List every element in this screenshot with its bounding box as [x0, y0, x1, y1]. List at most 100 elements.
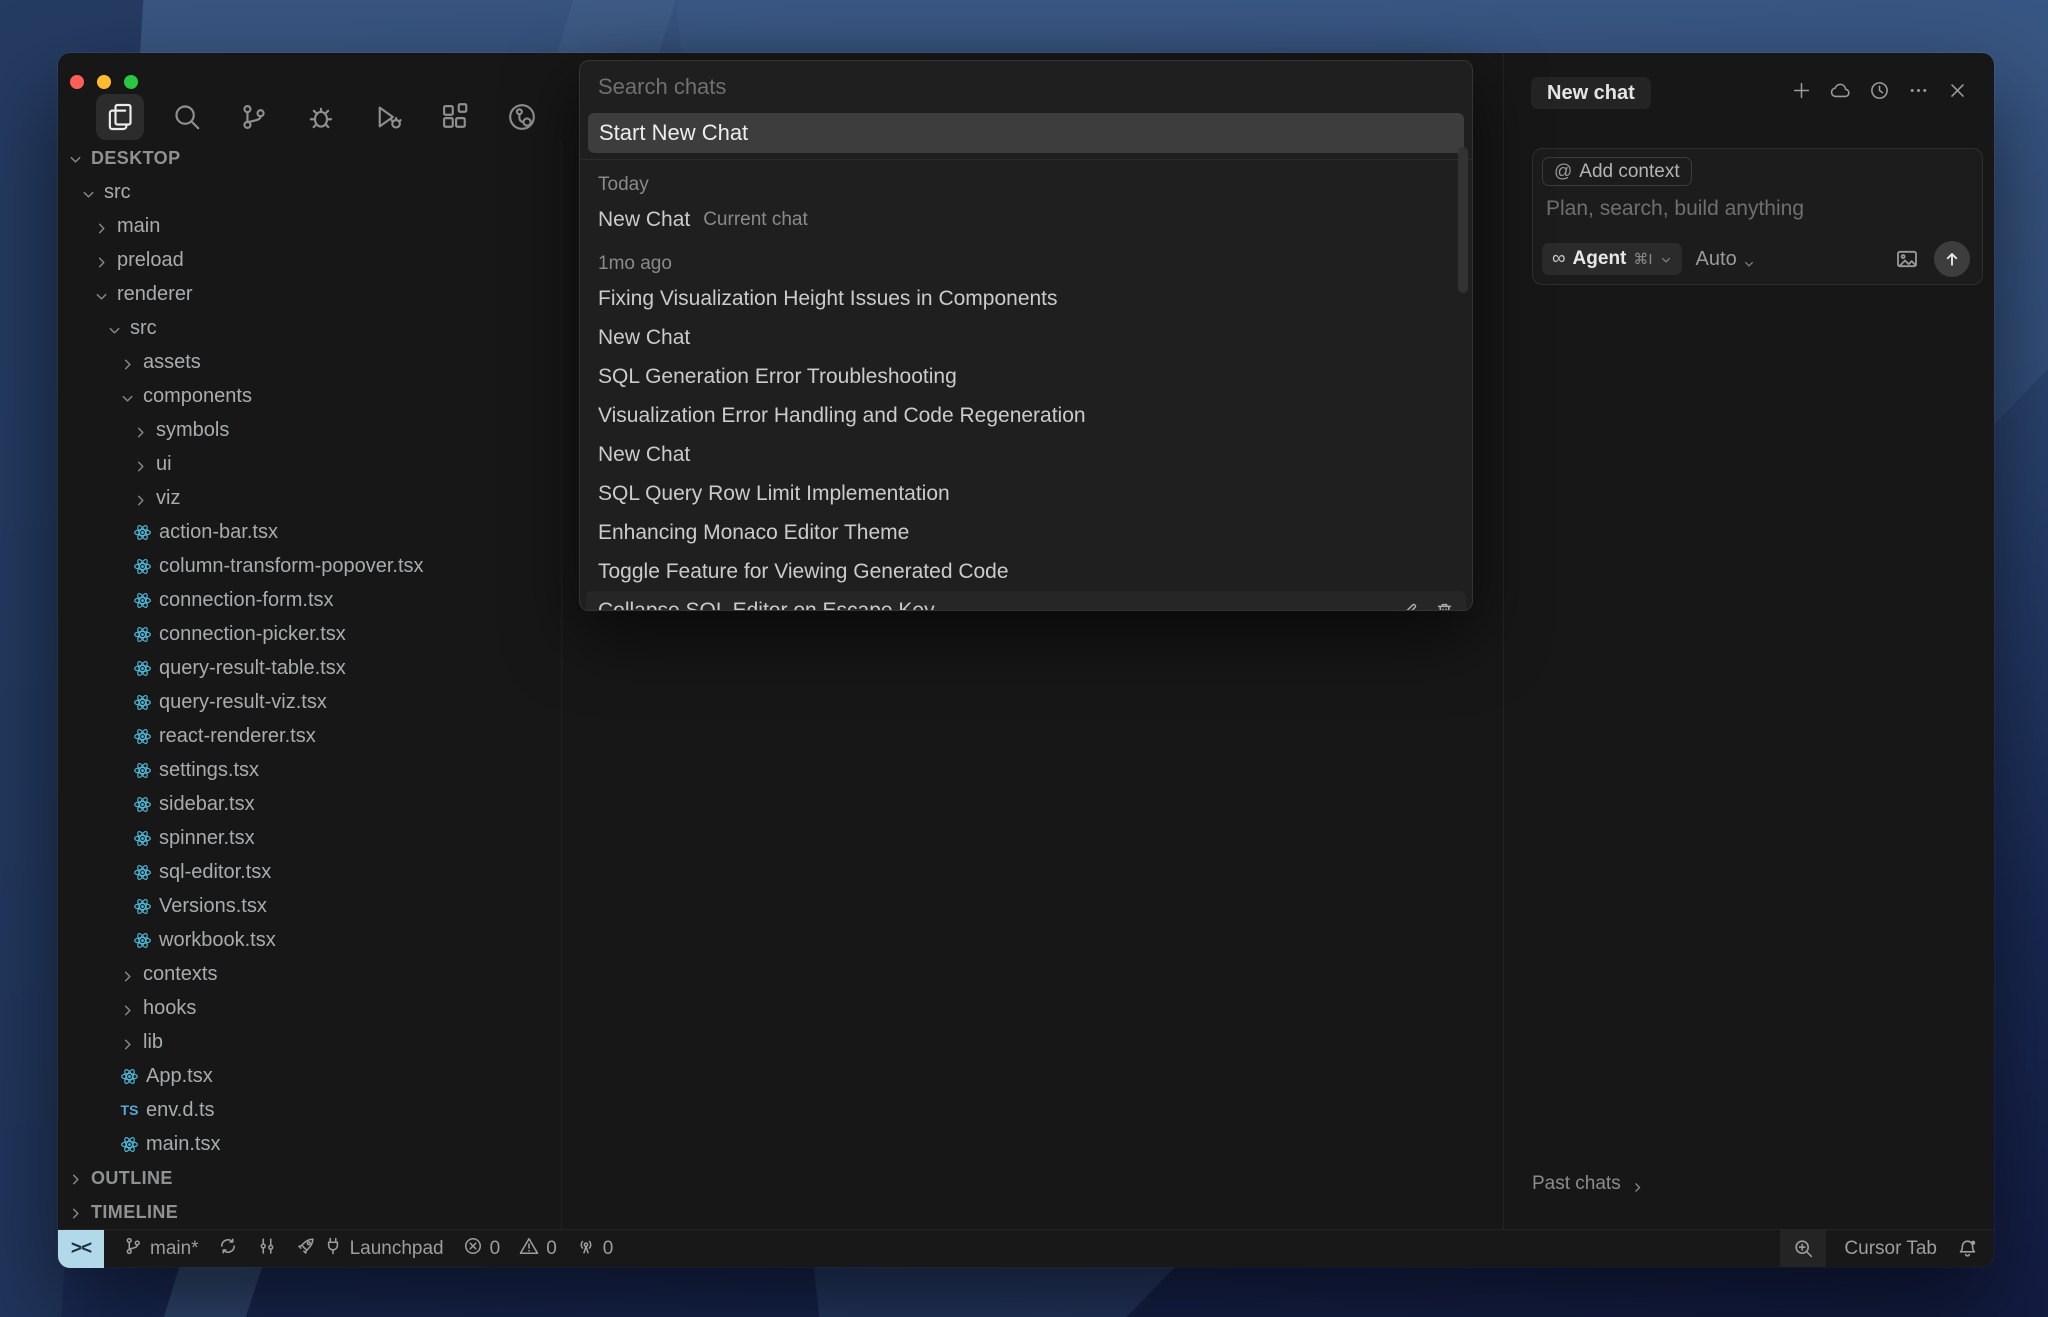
- status-launchpad[interactable]: Launchpad: [296, 1236, 444, 1262]
- section-desktop[interactable]: DESKTOP: [58, 141, 561, 175]
- minimize-window-button[interactable]: [97, 75, 111, 89]
- branch-icon: [123, 1236, 143, 1262]
- tree-item-assets[interactable]: assets: [58, 345, 561, 379]
- agent-shortcut: ⌘I: [1633, 250, 1652, 268]
- tree-item-hooks[interactable]: hooks: [58, 991, 561, 1025]
- add-context-button[interactable]: @ Add context: [1542, 157, 1692, 186]
- activity-explorer-button[interactable]: [96, 94, 144, 140]
- tree-item-label: sidebar.tsx: [159, 793, 255, 816]
- chat-item[interactable]: Visualization Error Handling and Code Re…: [586, 396, 1466, 435]
- tree-item-symbols[interactable]: symbols: [58, 413, 561, 447]
- activity-debug-button[interactable]: [297, 94, 345, 140]
- history-icon[interactable]: [1868, 79, 1890, 101]
- status-graph[interactable]: [257, 1236, 277, 1262]
- chat-item[interactable]: New Chat: [586, 435, 1466, 474]
- tree-item-viz[interactable]: viz: [58, 481, 561, 515]
- chat-item-title: New Chat: [598, 326, 690, 350]
- rename-chat-button[interactable]: [1400, 601, 1419, 611]
- tree-item-column-transform-popover-tsx[interactable]: column-transform-popover.tsx: [58, 549, 561, 583]
- tree-item-contexts[interactable]: contexts: [58, 957, 561, 991]
- chat-item[interactable]: Fixing Visualization Height Issues in Co…: [586, 279, 1466, 318]
- notifications-bell-button[interactable]: [1957, 1238, 1978, 1259]
- tree-item-lib[interactable]: lib: [58, 1025, 561, 1059]
- activity-extensions-button[interactable]: [431, 94, 479, 140]
- tree-item-query-result-viz-tsx[interactable]: query-result-viz.tsx: [58, 685, 561, 719]
- agent-mode-selector[interactable]: ∞ Agent ⌘I: [1542, 243, 1682, 275]
- chevron-right-icon: [133, 491, 148, 506]
- activity-scm-graph-button[interactable]: [498, 94, 546, 140]
- chat-item-title: SQL Query Row Limit Implementation: [598, 482, 950, 506]
- status-git-branch[interactable]: main*: [123, 1236, 199, 1262]
- chat-item[interactable]: New ChatCurrent chat: [586, 200, 1466, 239]
- tree-item-sql-editor-tsx[interactable]: sql-editor.tsx: [58, 855, 561, 889]
- chat-item[interactable]: Collapse SQL Editor on Escape Key: [586, 591, 1466, 611]
- tree-item-react-renderer-tsx[interactable]: react-renderer.tsx: [58, 719, 561, 753]
- tree-item-src[interactable]: src: [58, 175, 561, 209]
- chat-item[interactable]: New Chat: [586, 318, 1466, 357]
- delete-chat-button[interactable]: [1435, 601, 1454, 611]
- section-outline[interactable]: OUTLINE: [58, 1161, 561, 1195]
- tree-item-versions-tsx[interactable]: Versions.tsx: [58, 889, 561, 923]
- overlay-scrollbar[interactable]: [1458, 147, 1468, 293]
- tree-item-workbook-tsx[interactable]: workbook.tsx: [58, 923, 561, 957]
- send-button[interactable]: [1934, 241, 1970, 277]
- tree-item-connection-picker-tsx[interactable]: connection-picker.tsx: [58, 617, 561, 651]
- chevron-right-icon: [1631, 1178, 1644, 1191]
- chevron-right-icon: [133, 457, 148, 472]
- composer-placeholder[interactable]: Plan, search, build anything: [1546, 197, 1804, 221]
- tree-item-label: OUTLINE: [91, 1168, 173, 1189]
- model-selector[interactable]: Auto: [1696, 248, 1755, 271]
- remote-indicator[interactable]: ><: [58, 1230, 104, 1268]
- react-file-icon: [133, 591, 152, 610]
- activity-source-control-button[interactable]: [230, 94, 278, 140]
- plus-icon[interactable]: [1790, 79, 1812, 101]
- react-file-icon: [120, 1135, 139, 1154]
- chat-item[interactable]: Enhancing Monaco Editor Theme: [586, 513, 1466, 552]
- chevron-down-icon: [81, 185, 96, 200]
- past-chats-link[interactable]: Past chats: [1532, 1173, 1644, 1195]
- zoom-in-button[interactable]: [1780, 1230, 1826, 1267]
- activity-run-and-debug-button[interactable]: [364, 94, 412, 140]
- tree-item-src[interactable]: src: [58, 311, 561, 345]
- attach-image-button[interactable]: [1895, 247, 1919, 271]
- tree-item-label: spinner.tsx: [159, 827, 255, 850]
- tree-item-main-tsx[interactable]: main.tsx: [58, 1127, 561, 1161]
- tree-item-spinner-tsx[interactable]: spinner.tsx: [58, 821, 561, 855]
- chat-item[interactable]: Toggle Feature for Viewing Generated Cod…: [586, 552, 1466, 591]
- tree-item-sidebar-tsx[interactable]: sidebar.tsx: [58, 787, 561, 821]
- chat-item[interactable]: SQL Generation Error Troubleshooting: [586, 357, 1466, 396]
- tree-item-env-d-ts[interactable]: TSenv.d.ts: [58, 1093, 561, 1127]
- close-icon[interactable]: [1946, 79, 1968, 101]
- tree-item-main[interactable]: main: [58, 209, 561, 243]
- tree-item-label: query-result-table.tsx: [159, 657, 346, 680]
- chat-item-title: New Chat: [598, 208, 690, 232]
- tree-item-action-bar-tsx[interactable]: action-bar.tsx: [58, 515, 561, 549]
- tree-item-renderer[interactable]: renderer: [58, 277, 561, 311]
- tree-item-components[interactable]: components: [58, 379, 561, 413]
- tree-item-settings-tsx[interactable]: settings.tsx: [58, 753, 561, 787]
- start-new-chat-button[interactable]: Start New Chat: [588, 113, 1464, 153]
- plug-icon: [323, 1236, 343, 1262]
- activity-search-button[interactable]: [163, 94, 211, 140]
- cloud-icon[interactable]: [1829, 79, 1851, 101]
- chat-item[interactable]: SQL Query Row Limit Implementation: [586, 474, 1466, 513]
- status-errors[interactable]: 0: [463, 1236, 501, 1262]
- react-file-icon: [133, 659, 152, 678]
- zoom-window-button[interactable]: [124, 75, 138, 89]
- status-ports[interactable]: 0: [576, 1236, 614, 1262]
- search-chats-input[interactable]: Search chats: [580, 61, 1472, 113]
- status-sync[interactable]: [218, 1236, 238, 1262]
- tree-item-ui[interactable]: ui: [58, 447, 561, 481]
- ellipsis-icon[interactable]: [1907, 79, 1929, 101]
- tree-item-label: main.tsx: [146, 1133, 220, 1156]
- new-chat-tab[interactable]: New chat: [1531, 77, 1651, 109]
- tree-item-preload[interactable]: preload: [58, 243, 561, 277]
- cursor-tab-status[interactable]: Cursor Tab: [1844, 1238, 1937, 1260]
- tree-item-app-tsx[interactable]: App.tsx: [58, 1059, 561, 1093]
- chat-composer[interactable]: @ Add context Plan, search, build anythi…: [1532, 148, 1983, 285]
- status-warnings[interactable]: 0: [519, 1236, 557, 1262]
- section-timeline[interactable]: TIMELINE: [58, 1195, 561, 1229]
- close-window-button[interactable]: [70, 75, 84, 89]
- tree-item-query-result-table-tsx[interactable]: query-result-table.tsx: [58, 651, 561, 685]
- tree-item-connection-form-tsx[interactable]: connection-form.tsx: [58, 583, 561, 617]
